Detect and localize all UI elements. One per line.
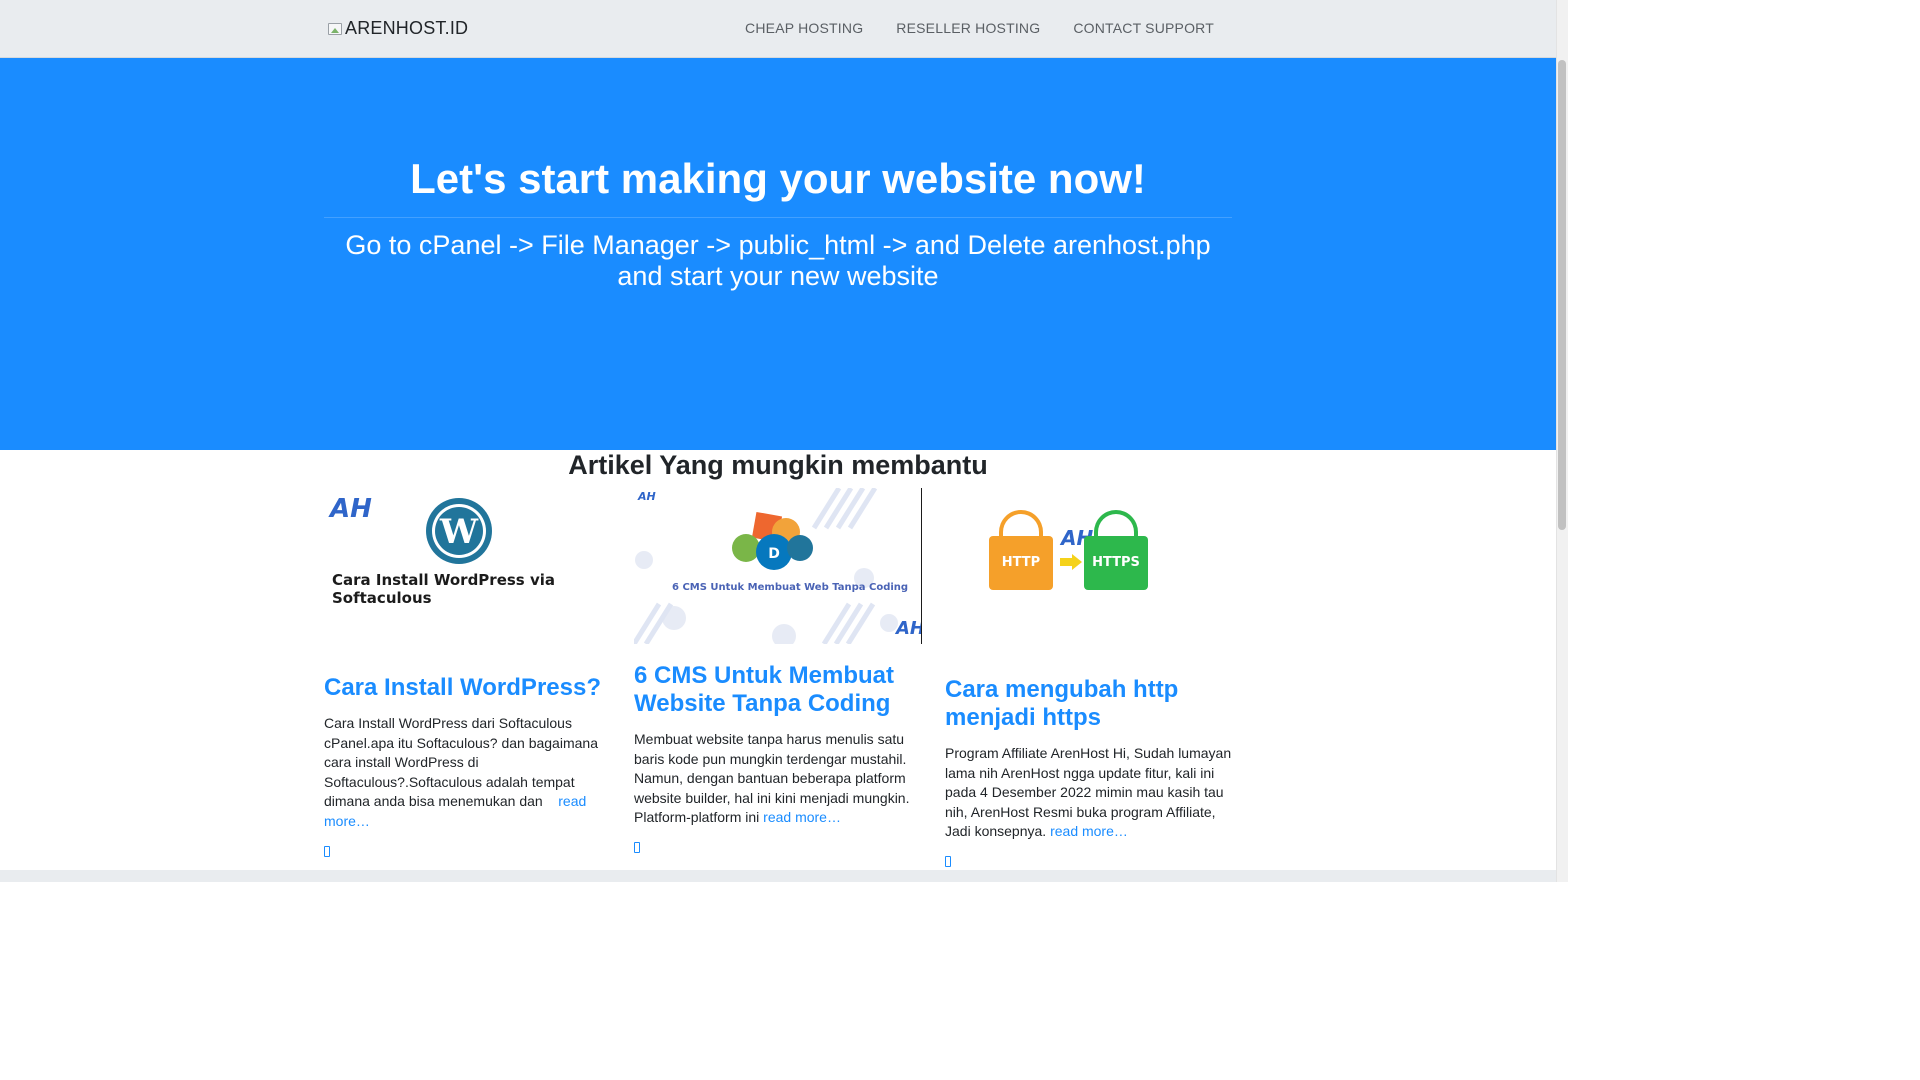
cms-logos-icon: D <box>732 511 813 570</box>
nav-link-contact-support[interactable]: CONTACT SUPPORT <box>1073 20 1214 36</box>
article-image-wordpress[interactable]: AH W Cara Install WordPress via Softacul… <box>324 488 612 644</box>
article-excerpt-wordpress: Cara Install WordPress dari Softaculous … <box>324 715 598 829</box>
hero-banner: Let's start making your website now! Go … <box>0 58 1556 450</box>
wordpress-logo-icon: W <box>426 498 492 564</box>
footer-strip <box>0 870 1556 882</box>
wordpress-image-caption: Cara Install WordPress via Softaculous <box>332 571 555 607</box>
read-more-link[interactable]: read more… <box>763 809 841 825</box>
article-excerpt-https: Program Affiliate ArenHost Hi, Sudah lum… <box>945 745 1232 840</box>
brand-logo-link[interactable]: ARENHOST.ID <box>328 18 468 39</box>
brand-name: ARENHOST.ID <box>345 18 469 38</box>
share-icon[interactable] <box>324 845 330 857</box>
https-bag: HTTPS <box>1084 536 1148 590</box>
cms-image-caption: 6 CMS Untuk Membuat Web Tanpa Coding <box>672 582 909 593</box>
articles-heading: Artikel Yang mungkin membantu <box>568 450 988 480</box>
scrollbar-thumb[interactable] <box>1558 60 1566 530</box>
arrow-right-icon <box>1060 554 1082 570</box>
article-card-wordpress: AH W Cara Install WordPress via Softacul… <box>324 488 612 862</box>
article-image-https[interactable]: HTTP AH HTTPS <box>945 488 1233 644</box>
top-navbar: ARENHOST.ID CHEAP HOSTING RESELLER HOSTI… <box>0 0 1556 58</box>
http-bag: HTTP <box>989 536 1053 590</box>
svg-text:W: W <box>439 512 479 552</box>
arenhost-logo-icon: AH <box>896 618 921 639</box>
article-title-https[interactable]: Cara mengubah http menjadi https <box>945 676 1233 732</box>
hero-title: Let's start making your website now! <box>410 155 1146 202</box>
hero-divider <box>324 217 1232 218</box>
article-card-cms: AH D 6 CMS Untuk Membuat Web Tanpa Codin… <box>634 488 922 858</box>
article-image-cms[interactable]: AH D 6 CMS Untuk Membuat Web Tanpa Codin… <box>634 488 922 644</box>
article-title-wordpress[interactable]: Cara Install WordPress? <box>324 674 612 702</box>
article-card-https: HTTP AH HTTPS Cara mengubah http menjadi… <box>945 488 1233 872</box>
hero-subtitle: Go to cPanel -> File Manager -> public_h… <box>345 230 1211 291</box>
broken-image-icon <box>328 22 342 35</box>
share-icon[interactable] <box>945 855 951 867</box>
nav-links: CHEAP HOSTING RESELLER HOSTING CONTACT S… <box>712 20 1214 36</box>
article-excerpt-cms: Membuat website tanpa harus menulis satu… <box>634 731 910 826</box>
arenhost-logo-icon: AH <box>330 494 372 524</box>
arenhost-logo-icon: AH <box>638 490 656 503</box>
nav-link-cheap-hosting[interactable]: CHEAP HOSTING <box>745 20 863 36</box>
page-scrollbar[interactable] <box>1556 0 1568 882</box>
nav-link-reseller-hosting[interactable]: RESELLER HOSTING <box>896 20 1040 36</box>
share-icon[interactable] <box>634 841 640 853</box>
article-title-cms[interactable]: 6 CMS Untuk Membuat Website Tanpa Coding <box>634 662 922 718</box>
svg-text:D: D <box>768 546 780 562</box>
read-more-link[interactable]: read more… <box>1050 823 1128 839</box>
